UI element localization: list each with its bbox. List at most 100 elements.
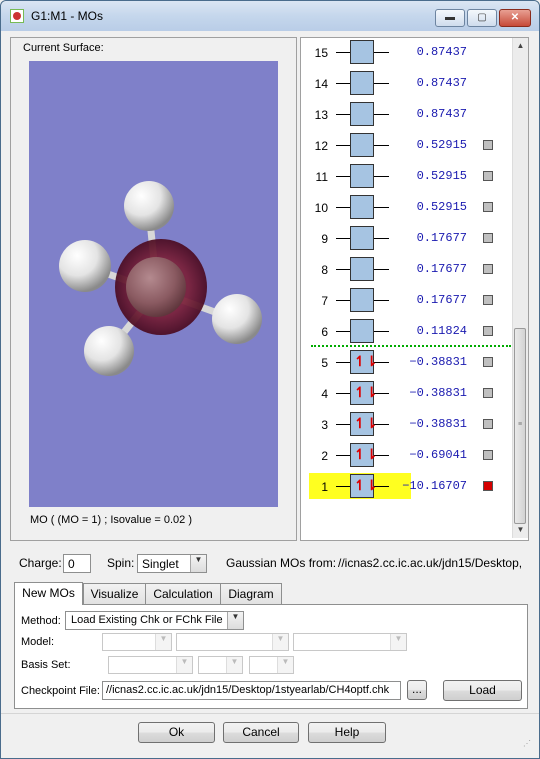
energy-level-line (336, 114, 350, 115)
model-dropdown-1[interactable]: ▼ (102, 633, 172, 651)
orbital-checkbox[interactable] (483, 326, 493, 336)
tab-calculation[interactable]: Calculation (145, 583, 221, 605)
spin-label: Spin: (107, 556, 135, 570)
resize-grip-icon[interactable]: ⋰ (523, 740, 533, 752)
orbital-checkbox[interactable] (483, 481, 493, 491)
orbital-energy: 0.52915 (416, 200, 467, 214)
orbital-checkbox[interactable] (483, 450, 493, 460)
orbital-energy: −0.38831 (409, 355, 467, 369)
basis-dropdown-3[interactable]: ▼ (249, 656, 294, 674)
orbital-number: 8 (321, 263, 328, 277)
orbital-number: 12 (314, 139, 328, 153)
orbital-row[interactable]: 3 −0.38831 ↿⇂ (301, 412, 511, 438)
orbital-box[interactable] (350, 71, 374, 95)
window-title: G1:M1 - MOs (31, 9, 104, 23)
mos-window: G1:M1 - MOs ▬ ▢ ✕ Current Surface: MO (… (0, 0, 540, 759)
electron-pair-icon: ↿⇂ (354, 415, 378, 431)
orbital-row[interactable]: 8 0.17677 (301, 257, 511, 283)
mo-energy-list[interactable]: 15 0.87437 14 0.87437 13 0.87437 12 0.52915 11 0.… (300, 37, 529, 541)
orbital-row[interactable]: 2 −0.69041 ↿⇂ (301, 443, 511, 469)
energy-level-line (336, 486, 350, 487)
model-dropdown-3[interactable]: ▼ (293, 633, 407, 651)
orbital-row[interactable]: 1 −10.16707 ↿⇂ (301, 474, 511, 500)
orbital-row[interactable]: 5 −0.38831 ↿⇂ (301, 350, 511, 376)
energy-level-line (336, 52, 350, 53)
charge-input[interactable]: 0 (63, 554, 91, 573)
energy-level-line (374, 114, 389, 115)
load-button[interactable]: Load (443, 680, 522, 701)
orbital-checkbox[interactable] (483, 233, 493, 243)
spin-dropdown[interactable]: Singlet ▼ (137, 554, 207, 573)
orbital-row[interactable]: 13 0.87437 (301, 102, 511, 128)
orbital-checkbox[interactable] (483, 202, 493, 212)
orbital-checkbox[interactable] (483, 140, 493, 150)
orbital-checkbox[interactable] (483, 171, 493, 181)
method-label: Method: (21, 615, 61, 627)
orbital-box[interactable] (350, 288, 374, 312)
tab-new-mos[interactable]: New MOs (14, 582, 83, 605)
maximize-button[interactable]: ▢ (467, 9, 497, 27)
orbital-checkbox[interactable] (483, 357, 493, 367)
orbital-energy: 0.17677 (416, 262, 467, 276)
tab-diagram[interactable]: Diagram (220, 583, 282, 605)
energy-level-line (374, 207, 389, 208)
orbital-row[interactable]: 11 0.52915 (301, 164, 511, 190)
close-button[interactable]: ✕ (499, 9, 531, 27)
orbital-box[interactable] (350, 164, 374, 188)
browse-button[interactable]: ... (407, 680, 427, 700)
molecule-viewer[interactable] (29, 61, 278, 507)
help-button[interactable]: Help (308, 722, 386, 743)
mo-list-scrollbar[interactable]: ▲ ≡ ▼ (512, 38, 528, 538)
chevron-down-icon: ▼ (190, 555, 206, 572)
basis-dropdown-1[interactable]: ▼ (108, 656, 193, 674)
minimize-button[interactable]: ▬ (435, 9, 465, 27)
scroll-up-arrow[interactable]: ▲ (513, 38, 528, 53)
orbital-row[interactable]: 7 0.17677 (301, 288, 511, 314)
orbital-checkbox[interactable] (483, 264, 493, 274)
orbital-box[interactable] (350, 133, 374, 157)
model-dropdown-2[interactable]: ▼ (176, 633, 289, 651)
orbital-row[interactable]: 15 0.87437 (301, 40, 511, 66)
orbital-checkbox[interactable] (483, 295, 493, 305)
model-label: Model: (21, 636, 55, 648)
spin-value: Singlet (142, 557, 179, 571)
checkpoint-file-input[interactable]: //icnas2.cc.ic.ac.uk/jdn15/Desktop/1stye… (102, 681, 401, 700)
orbital-row[interactable]: 4 −0.38831 ↿⇂ (301, 381, 511, 407)
tab-visualize[interactable]: Visualize (83, 583, 146, 605)
method-dropdown[interactable]: Load Existing Chk or FChk File ▼ (65, 611, 244, 630)
orbital-energy: 0.52915 (416, 169, 467, 183)
orbital-row[interactable]: 10 0.52915 (301, 195, 511, 221)
title-bar[interactable]: G1:M1 - MOs ▬ ▢ ✕ (1, 1, 539, 31)
charge-label: Charge: (19, 556, 62, 570)
scroll-down-arrow[interactable]: ▼ (513, 522, 528, 537)
scroll-thumb[interactable]: ≡ (514, 328, 526, 524)
electron-pair-icon: ↿⇂ (354, 353, 378, 369)
basis-dropdown-2[interactable]: ▼ (198, 656, 243, 674)
energy-level-line (336, 455, 350, 456)
orbital-row[interactable]: 12 0.52915 (301, 133, 511, 159)
orbital-number: 5 (321, 356, 328, 370)
orbital-checkbox[interactable] (483, 419, 493, 429)
ok-button[interactable]: Ok (138, 722, 215, 743)
chevron-down-icon: ▼ (226, 657, 242, 673)
orbital-box[interactable] (350, 257, 374, 281)
orbital-row[interactable]: 9 0.17677 (301, 226, 511, 252)
energy-level-line (374, 52, 389, 53)
orbital-box[interactable] (350, 226, 374, 250)
hydrogen-atom-right (212, 294, 262, 344)
surface-panel: Current Surface: MO ((MO = 1) ; Isovalu… (10, 37, 297, 541)
orbital-box[interactable] (350, 102, 374, 126)
orbital-box[interactable] (350, 195, 374, 219)
chevron-down-icon: ▼ (176, 657, 192, 673)
gaussview-app-icon (10, 9, 24, 23)
energy-level-line (336, 145, 350, 146)
energy-level-line (336, 83, 350, 84)
energy-level-line (374, 331, 389, 332)
orbital-row[interactable]: 14 0.87437 (301, 71, 511, 97)
cancel-button[interactable]: Cancel (223, 722, 299, 743)
orbital-checkbox[interactable] (483, 388, 493, 398)
orbital-number: 11 (315, 170, 328, 184)
orbital-row[interactable]: 6 0.11824 (301, 319, 511, 345)
orbital-box[interactable] (350, 319, 374, 343)
orbital-box[interactable] (350, 40, 374, 64)
